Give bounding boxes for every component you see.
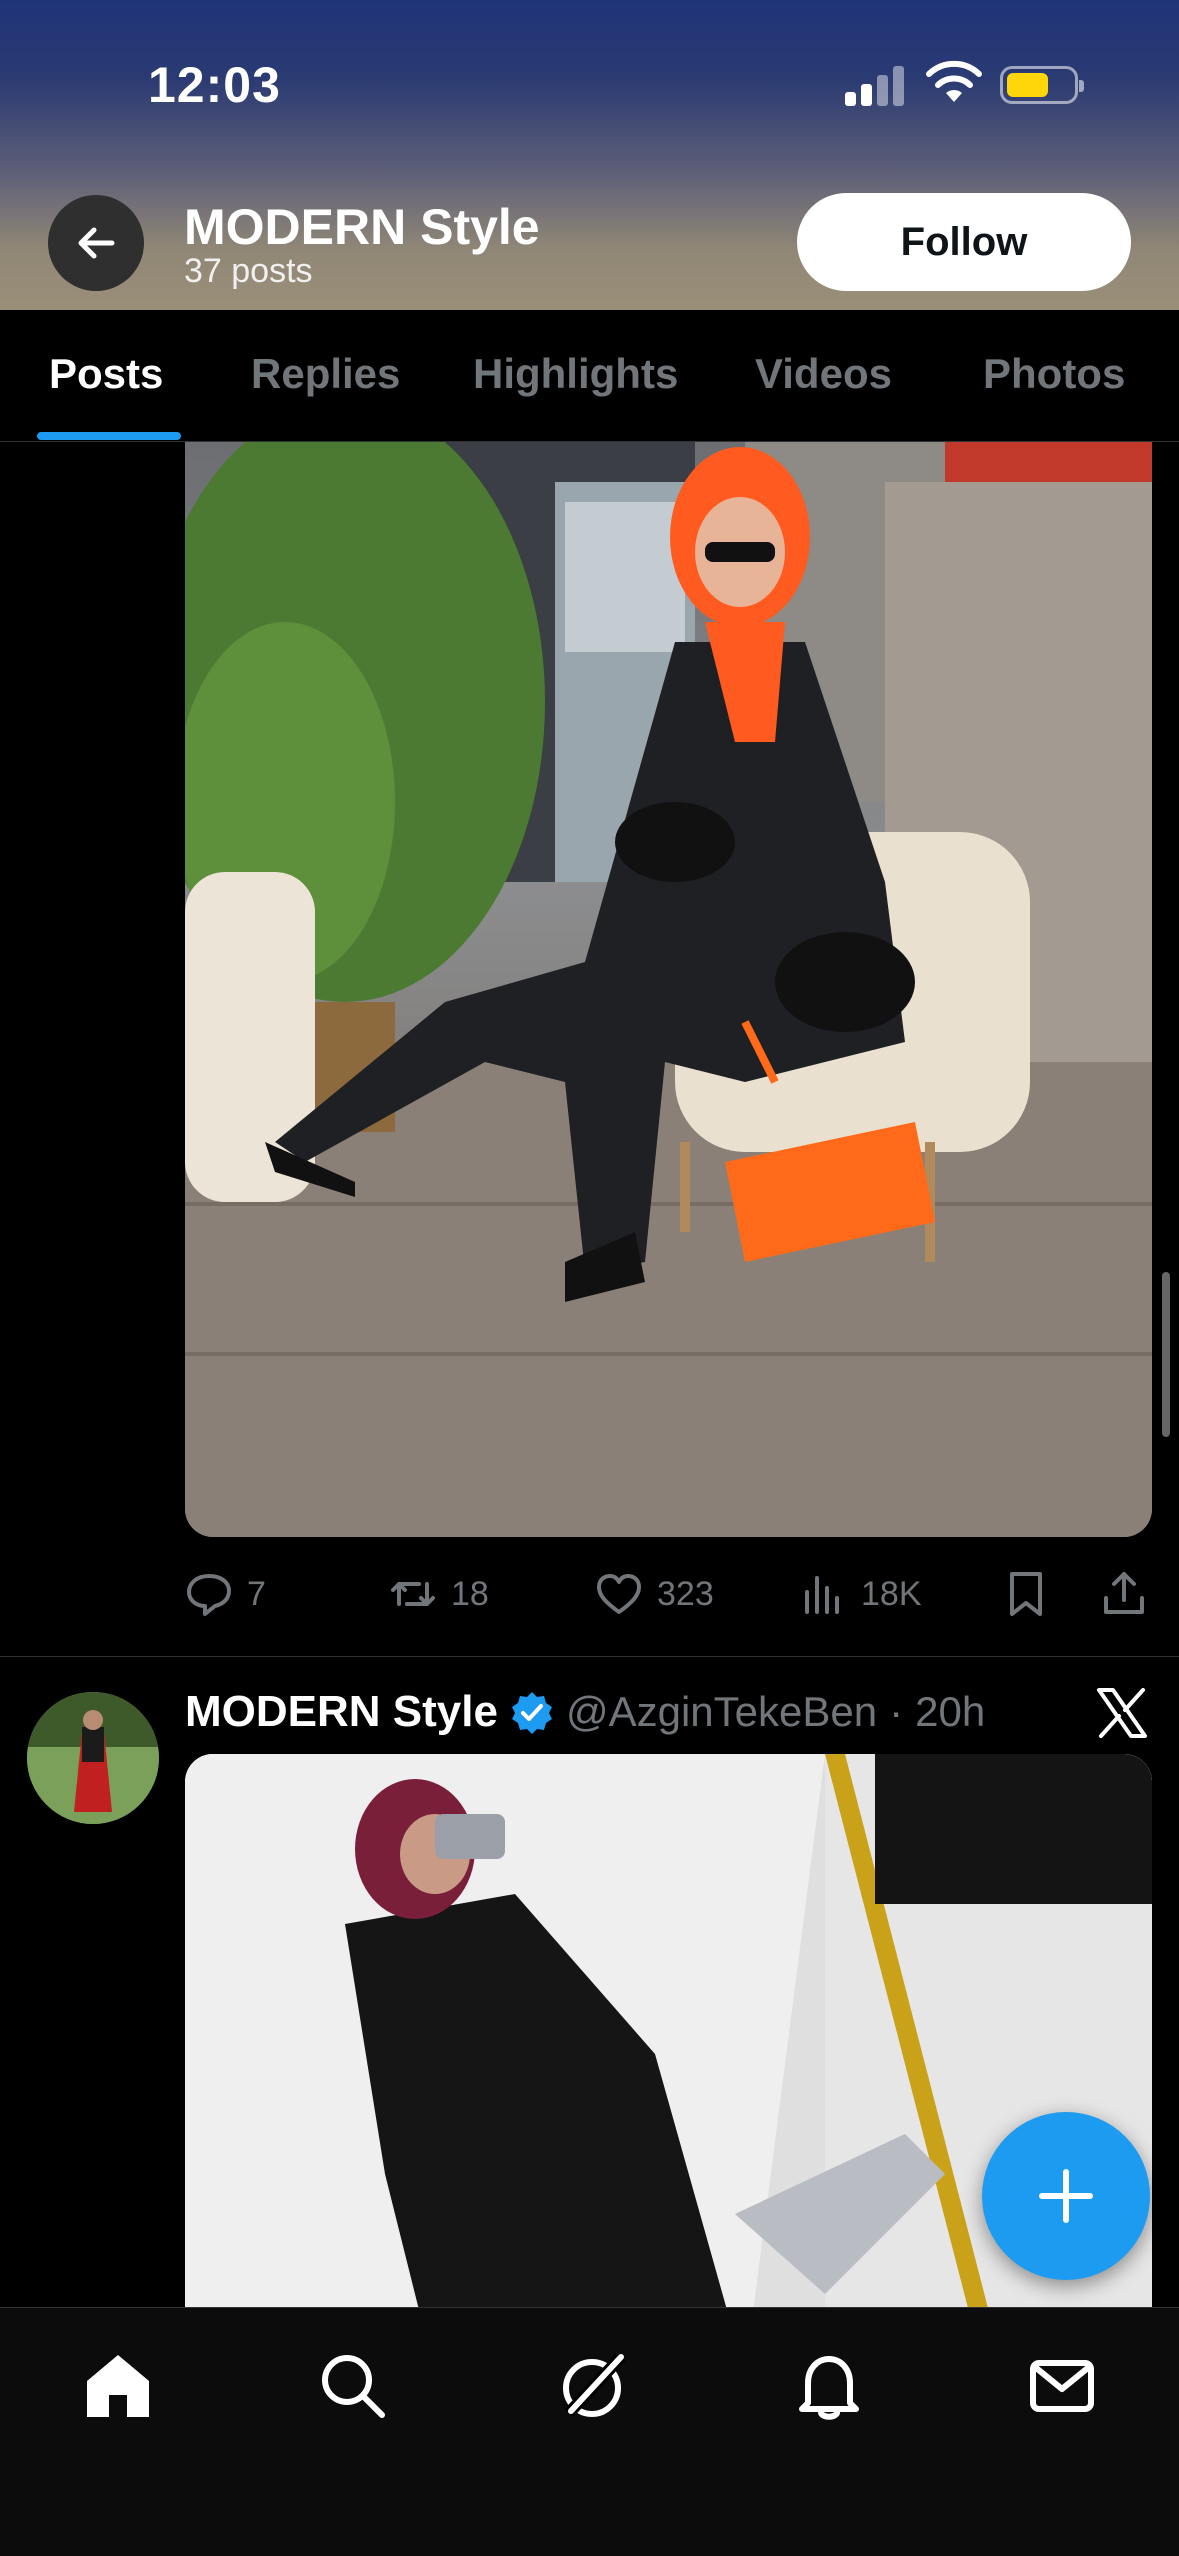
back-button[interactable] [48, 195, 144, 291]
nav-search[interactable] [313, 2346, 393, 2426]
views-button[interactable]: 18K [799, 1562, 922, 1626]
meta-separator: · [889, 1688, 904, 1735]
profile-name: MODERN Style [184, 199, 540, 255]
verified-badge-icon [511, 1692, 552, 1734]
arrow-left-icon [78, 227, 115, 259]
battery-icon [1000, 66, 1084, 104]
post-actions: 7 18 323 18K [185, 1562, 1152, 1626]
search-icon [322, 2355, 385, 2418]
photo-woman-in-black-outfit-orange-hijab [185, 442, 1152, 1537]
profile-tabs: Posts Replies Highlights Videos Photos [0, 310, 1179, 442]
compose-post-button[interactable] [982, 2112, 1150, 2280]
battery-level [1007, 73, 1048, 97]
active-tab-indicator [37, 432, 181, 440]
views-chart-icon [805, 1576, 839, 1614]
bookmark-button[interactable] [1002, 1562, 1050, 1626]
reply-icon [187, 1574, 231, 1616]
nav-grok[interactable] [552, 2346, 632, 2426]
nav-notifications[interactable] [789, 2346, 869, 2426]
reply-count: 7 [247, 1574, 266, 1613]
bottom-navigation [0, 2307, 1179, 2556]
tab-replies[interactable]: Replies [251, 350, 400, 398]
heart-icon [597, 1574, 641, 1614]
like-count: 323 [657, 1574, 714, 1613]
reply-button[interactable]: 7 [185, 1562, 266, 1626]
post-count: 37 posts [184, 252, 313, 290]
tab-highlights[interactable]: Highlights [473, 350, 678, 398]
repost-button[interactable]: 18 [389, 1562, 489, 1626]
nav-messages[interactable] [1022, 2346, 1102, 2426]
wifi-icon [926, 60, 982, 102]
post-header: MODERN Style @AzginTekeBen · 20h [185, 1682, 985, 1742]
follow-button[interactable]: Follow [797, 193, 1131, 291]
post-time[interactable]: 20h [915, 1688, 985, 1736]
grok-icon [563, 2352, 626, 2418]
avatar[interactable] [27, 1692, 159, 1824]
tab-videos[interactable]: Videos [755, 350, 892, 398]
post-divider [0, 1656, 1179, 1657]
tab-posts[interactable]: Posts [49, 350, 163, 398]
home-icon [87, 2355, 149, 2417]
notifications-icon [799, 2356, 859, 2420]
tab-photos[interactable]: Photos [983, 350, 1125, 398]
profile-header: 12:03 MODERN Style 37 posts Follow [0, 0, 1179, 310]
plus-icon [1039, 2169, 1093, 2223]
repost-icon [391, 1582, 435, 1606]
status-time: 12:03 [148, 57, 281, 113]
like-button[interactable]: 323 [595, 1562, 714, 1626]
author-name[interactable]: MODERN Style [185, 1687, 498, 1737]
cellular-signal-icon [845, 62, 905, 106]
avatar-image [27, 1692, 159, 1824]
messages-icon [1030, 2360, 1094, 2412]
repost-count: 18 [451, 1574, 489, 1613]
post-photo[interactable] [185, 442, 1152, 1537]
nav-home[interactable] [78, 2346, 158, 2426]
share-button[interactable] [1100, 1562, 1148, 1626]
timeline-feed[interactable]: 7 18 323 18K MODERN Style @AzginTekeBen … [0, 442, 1179, 2307]
x-logo-icon[interactable] [1095, 1686, 1149, 1740]
author-handle[interactable]: @AzginTekeBen [566, 1688, 877, 1736]
views-count: 18K [861, 1574, 922, 1613]
feed-scrollbar[interactable] [1162, 1272, 1170, 1437]
bookmark-icon [1010, 1572, 1042, 1616]
share-icon [1104, 1572, 1144, 1614]
